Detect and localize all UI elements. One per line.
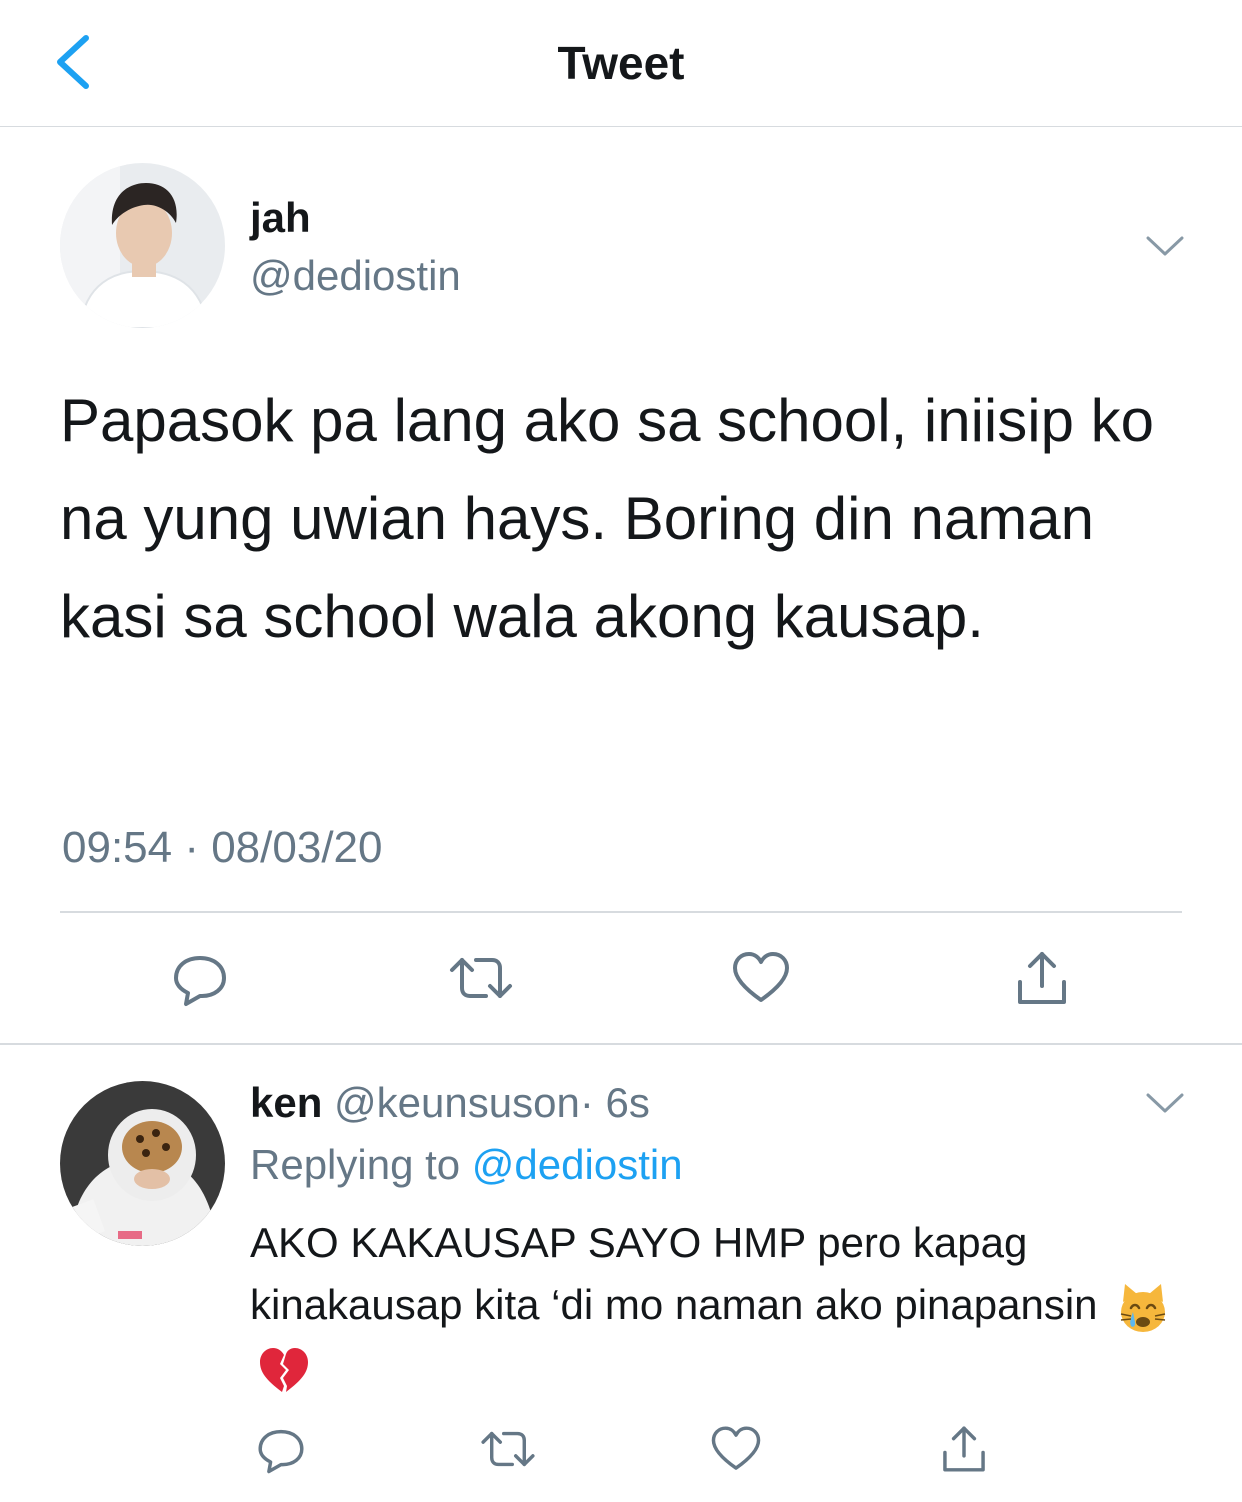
- tweet-author-handle[interactable]: @dediostin: [250, 252, 461, 300]
- reply-text: AKO KAKAUSAP SAYO HMP pero kapag kinakau…: [250, 1219, 1098, 1328]
- reply-share-button[interactable]: [929, 1414, 999, 1484]
- divider: [0, 1043, 1242, 1045]
- reply-header: ken @keunsuson· 6s: [250, 1078, 650, 1128]
- reply-options-button[interactable]: [1140, 1083, 1190, 1123]
- broken-heart-emoji: [256, 1342, 312, 1398]
- chevron-down-icon: [1146, 1093, 1184, 1113]
- reply-icon: [258, 1429, 304, 1474]
- tweet-author-name[interactable]: jah: [250, 194, 311, 242]
- replying-to-line: Replying to @dediostin: [250, 1140, 683, 1190]
- replying-prefix: Replying to: [250, 1141, 461, 1188]
- reply-author-handle[interactable]: @keunsuson: [334, 1079, 580, 1126]
- page-title: Tweet: [557, 37, 685, 89]
- reply-time: · 6s: [579, 1079, 650, 1126]
- share-icon: [1018, 952, 1066, 1004]
- retweet-icon: [481, 1431, 535, 1467]
- crying-cat-emoji: [1115, 1280, 1171, 1336]
- reply-retweet-button[interactable]: [473, 1414, 543, 1484]
- reply-author-name[interactable]: ken: [250, 1079, 322, 1126]
- avatar[interactable]: [60, 163, 225, 328]
- chevron-down-icon: [1146, 236, 1184, 256]
- reply-reply-button[interactable]: [246, 1414, 316, 1484]
- reply-icon: [174, 956, 226, 1006]
- tweet-timestamp[interactable]: 09:54 · 08/03/20: [62, 822, 382, 874]
- reply-button[interactable]: [165, 943, 235, 1013]
- share-button[interactable]: [1007, 943, 1077, 1013]
- tweet-options-button[interactable]: [1140, 226, 1190, 266]
- replying-to-mention[interactable]: @dediostin: [472, 1141, 683, 1188]
- like-icon: [711, 1426, 761, 1470]
- reply-avatar[interactable]: [60, 1081, 225, 1246]
- retweet-button[interactable]: [446, 943, 516, 1013]
- share-icon: [943, 1426, 985, 1472]
- reply-like-button[interactable]: [701, 1414, 771, 1484]
- retweet-icon: [450, 958, 512, 998]
- reply-text-container: AKO KAKAUSAP SAYO HMP pero kapag kinakau…: [250, 1212, 1180, 1398]
- divider: [60, 911, 1182, 913]
- tweet-text: Papasok pa lang ako sa school, iniisip k…: [60, 387, 1155, 650]
- like-icon: [733, 952, 789, 1002]
- like-button[interactable]: [726, 943, 796, 1013]
